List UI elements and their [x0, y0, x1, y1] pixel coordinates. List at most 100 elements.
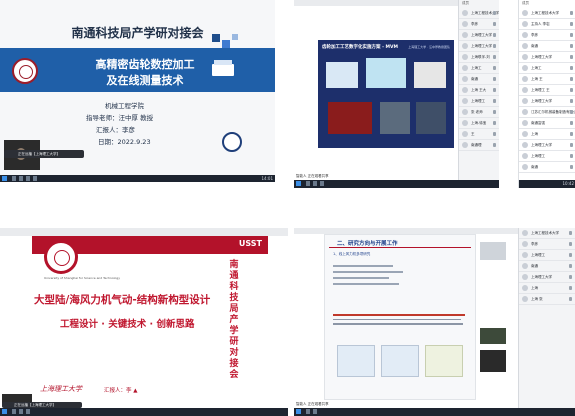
microphone-icon[interactable]	[493, 22, 496, 26]
taskbar-icon[interactable]	[313, 181, 317, 186]
participant-row[interactable]: 上海理工大学	[519, 272, 575, 283]
viewer-bar[interactable]: 智能人 正在观看共享	[294, 401, 354, 408]
participant-row[interactable]: 李彦	[519, 239, 575, 250]
reporter-label: 汇报人：李彦	[96, 126, 135, 134]
microphone-icon[interactable]	[570, 44, 573, 48]
participant-row[interactable]: 上海 王	[519, 74, 575, 85]
vertical-title-char: 局	[229, 304, 239, 314]
microphone-icon[interactable]	[569, 253, 572, 257]
participant-row[interactable]: 南通富强	[519, 118, 575, 129]
participant-row[interactable]: 主持人 李岩	[519, 19, 575, 30]
microphone-icon[interactable]	[570, 55, 573, 59]
microphone-icon[interactable]	[570, 33, 573, 37]
share-bar[interactable]: 正在远播【上海理工大学】	[4, 150, 84, 158]
microphone-icon[interactable]	[570, 66, 573, 70]
participant-row[interactable]: 上海工	[519, 63, 575, 74]
microphone-icon[interactable]	[570, 165, 573, 169]
participant-row[interactable]: 上海理工大学	[519, 96, 575, 107]
participant-row[interactable]: 上海理工大学	[519, 140, 575, 151]
taskbar-icon[interactable]	[320, 181, 324, 186]
participant-row[interactable]: 上海 张	[519, 294, 575, 305]
start-icon[interactable]	[2, 409, 7, 414]
participant-name: 李彦	[531, 242, 538, 246]
microphone-icon[interactable]	[493, 88, 496, 92]
microphone-icon[interactable]	[493, 143, 496, 147]
microphone-icon[interactable]	[493, 66, 496, 70]
participant-row[interactable]: 上海工程技术大学	[459, 8, 499, 19]
participant-row[interactable]: 南通理	[459, 140, 499, 151]
participant-name: 上海理工	[471, 99, 485, 103]
start-icon[interactable]	[2, 176, 7, 181]
participant-row[interactable]: 上海理工	[519, 250, 575, 261]
participant-row[interactable]: 上海理工	[459, 96, 499, 107]
microphone-icon[interactable]	[570, 88, 573, 92]
avatar	[522, 274, 528, 280]
participant-row[interactable]: 江苏汇尔机械装备制造有限公司	[519, 107, 575, 118]
microphone-icon[interactable]	[493, 77, 496, 81]
taskbar-icon[interactable]	[26, 176, 30, 181]
participant-row[interactable]: 上海工	[459, 63, 499, 74]
viewer-bar[interactable]: 智能人 正在观看共享	[294, 173, 354, 180]
microphone-icon[interactable]	[569, 286, 572, 290]
microphone-icon[interactable]	[493, 99, 496, 103]
taskbar-icon[interactable]	[12, 409, 16, 414]
taskbar-icon[interactable]	[313, 409, 317, 414]
microphone-icon[interactable]	[493, 33, 496, 37]
taskbar-icon[interactable]	[19, 176, 23, 181]
participant-row[interactable]: 上海理工 王	[519, 85, 575, 96]
participant-row[interactable]: 上海理工大学	[519, 52, 575, 63]
participant-row[interactable]: 李彦	[519, 30, 575, 41]
microphone-icon[interactable]	[569, 242, 572, 246]
participant-row[interactable]: 上海联孚-刘	[459, 52, 499, 63]
participant-row[interactable]: 上海	[519, 283, 575, 294]
participant-row[interactable]: 上海理工大学	[459, 41, 499, 52]
microphone-icon[interactable]	[493, 11, 496, 15]
microphone-icon[interactable]	[570, 99, 573, 103]
participant-row[interactable]: 南通	[519, 41, 575, 52]
microphone-icon[interactable]	[569, 297, 572, 301]
participant-row[interactable]: 上海理工	[519, 151, 575, 162]
window-topbar	[0, 228, 288, 236]
microphone-icon[interactable]	[570, 77, 573, 81]
diagram-image	[380, 102, 410, 134]
microphone-icon[interactable]	[570, 11, 573, 15]
microphone-icon[interactable]	[569, 264, 572, 268]
participant-row[interactable]: 南通	[459, 74, 499, 85]
microphone-icon[interactable]	[570, 154, 573, 158]
taskbar-icon[interactable]	[26, 409, 30, 414]
participant-row[interactable]: 南通	[519, 261, 575, 272]
microphone-icon[interactable]	[570, 121, 573, 125]
start-icon[interactable]	[296, 181, 301, 186]
participant-row[interactable]: 南通	[519, 162, 575, 173]
taskbar-icon[interactable]	[33, 176, 37, 181]
participant-row[interactable]: 王	[459, 129, 499, 140]
avatar	[522, 76, 528, 82]
microphone-icon[interactable]	[493, 110, 496, 114]
participant-name: 王	[471, 132, 475, 136]
taskbar-icon[interactable]	[306, 181, 310, 186]
microphone-icon[interactable]	[493, 55, 496, 59]
microphone-icon[interactable]	[570, 110, 573, 114]
participant-name: 上海理工	[531, 253, 545, 257]
microphone-icon[interactable]	[569, 275, 572, 279]
taskbar-icon[interactable]	[306, 409, 310, 414]
participant-row[interactable]: 上海	[519, 129, 575, 140]
microphone-icon[interactable]	[493, 132, 496, 136]
participant-name: 上海	[531, 132, 538, 136]
microphone-icon[interactable]	[570, 143, 573, 147]
participant-row[interactable]: 上海 王大	[459, 85, 499, 96]
microphone-icon[interactable]	[493, 121, 496, 125]
participant-row[interactable]: 上海-徐宝	[459, 118, 499, 129]
taskbar-icon[interactable]	[19, 409, 23, 414]
microphone-icon[interactable]	[570, 22, 573, 26]
participant-row[interactable]: 上海工程技术大学	[519, 8, 575, 19]
microphone-icon[interactable]	[493, 44, 496, 48]
taskbar-icon[interactable]	[12, 176, 16, 181]
microphone-icon[interactable]	[570, 132, 573, 136]
participant-row[interactable]: 张 老师	[459, 107, 499, 118]
microphone-icon[interactable]	[569, 231, 572, 235]
start-icon[interactable]	[296, 409, 301, 414]
participant-row[interactable]: 上海工程技术大学	[519, 228, 575, 239]
participant-row[interactable]: 李彦	[459, 19, 499, 30]
participant-row[interactable]: 上海理工大学	[459, 30, 499, 41]
